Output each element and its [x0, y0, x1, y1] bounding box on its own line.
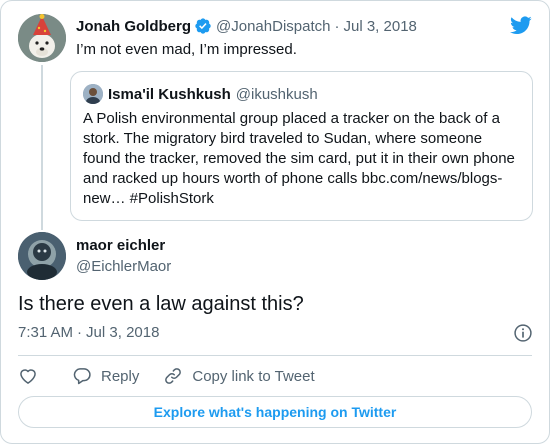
reply-label[interactable]: Reply	[101, 368, 139, 385]
parent-author-name[interactable]: Jonah Goldberg	[76, 18, 191, 35]
heart-icon	[18, 366, 38, 386]
thread-connector-line	[41, 65, 43, 230]
twitter-bird-icon[interactable]	[509, 14, 533, 36]
avatar-ismail-kushkush	[83, 84, 103, 104]
actions-divider	[18, 355, 532, 356]
tweet-time[interactable]: 7:31 AM	[18, 324, 73, 341]
copy-link-label[interactable]: Copy link to Tweet	[192, 368, 314, 385]
reply-bubble-icon	[72, 366, 92, 386]
quoted-author-name: Isma'il Kushkush	[108, 85, 231, 103]
parent-tweet-date[interactable]: Jul 3, 2018	[343, 18, 416, 35]
parent-author-handle[interactable]: @JonahDispatch	[216, 18, 330, 35]
header-separator: ·	[334, 17, 340, 35]
copy-link-button[interactable]: Copy link to Tweet	[163, 366, 315, 386]
quoted-tweet[interactable]: Isma'il Kushkush @ikushkush A Polish env…	[70, 71, 533, 221]
main-tweet-text: Is there even a law against this?	[18, 293, 304, 315]
tweet-date[interactable]: Jul 3, 2018	[86, 324, 159, 341]
info-icon[interactable]	[513, 323, 533, 343]
explore-button[interactable]: Explore what's happening on Twitter	[18, 396, 532, 428]
parent-tweet-header: Jonah Goldberg @JonahDispatch · Jul 3, 2…	[76, 16, 417, 36]
tweet-embed-card: Jonah Goldberg @JonahDispatch · Jul 3, 2…	[0, 0, 550, 444]
quoted-tweet-header: Isma'il Kushkush @ikushkush	[83, 84, 318, 104]
reply-button[interactable]: Reply	[72, 366, 139, 386]
avatar-maor-eichler[interactable]	[18, 232, 66, 280]
verified-badge-icon	[194, 17, 212, 35]
tweet-actions: Reply Copy link to Tweet	[18, 366, 315, 386]
quoted-tweet-text: A Polish environmental group placed a tr…	[83, 110, 515, 207]
tweet-timestamp[interactable]: 7:31 AM · Jul 3, 2018	[18, 324, 159, 341]
main-author-name[interactable]: maor eichler	[76, 237, 165, 254]
timestamp-separator: ·	[77, 324, 83, 341]
main-author-handle[interactable]: @EichlerMaor	[76, 258, 171, 275]
parent-tweet-text: I’m not even mad, I’m impressed.	[76, 41, 297, 58]
quoted-author-handle: @ikushkush	[235, 85, 318, 103]
avatar-jonah-goldberg[interactable]	[18, 14, 66, 62]
like-button[interactable]	[18, 366, 38, 386]
link-icon	[163, 366, 183, 386]
